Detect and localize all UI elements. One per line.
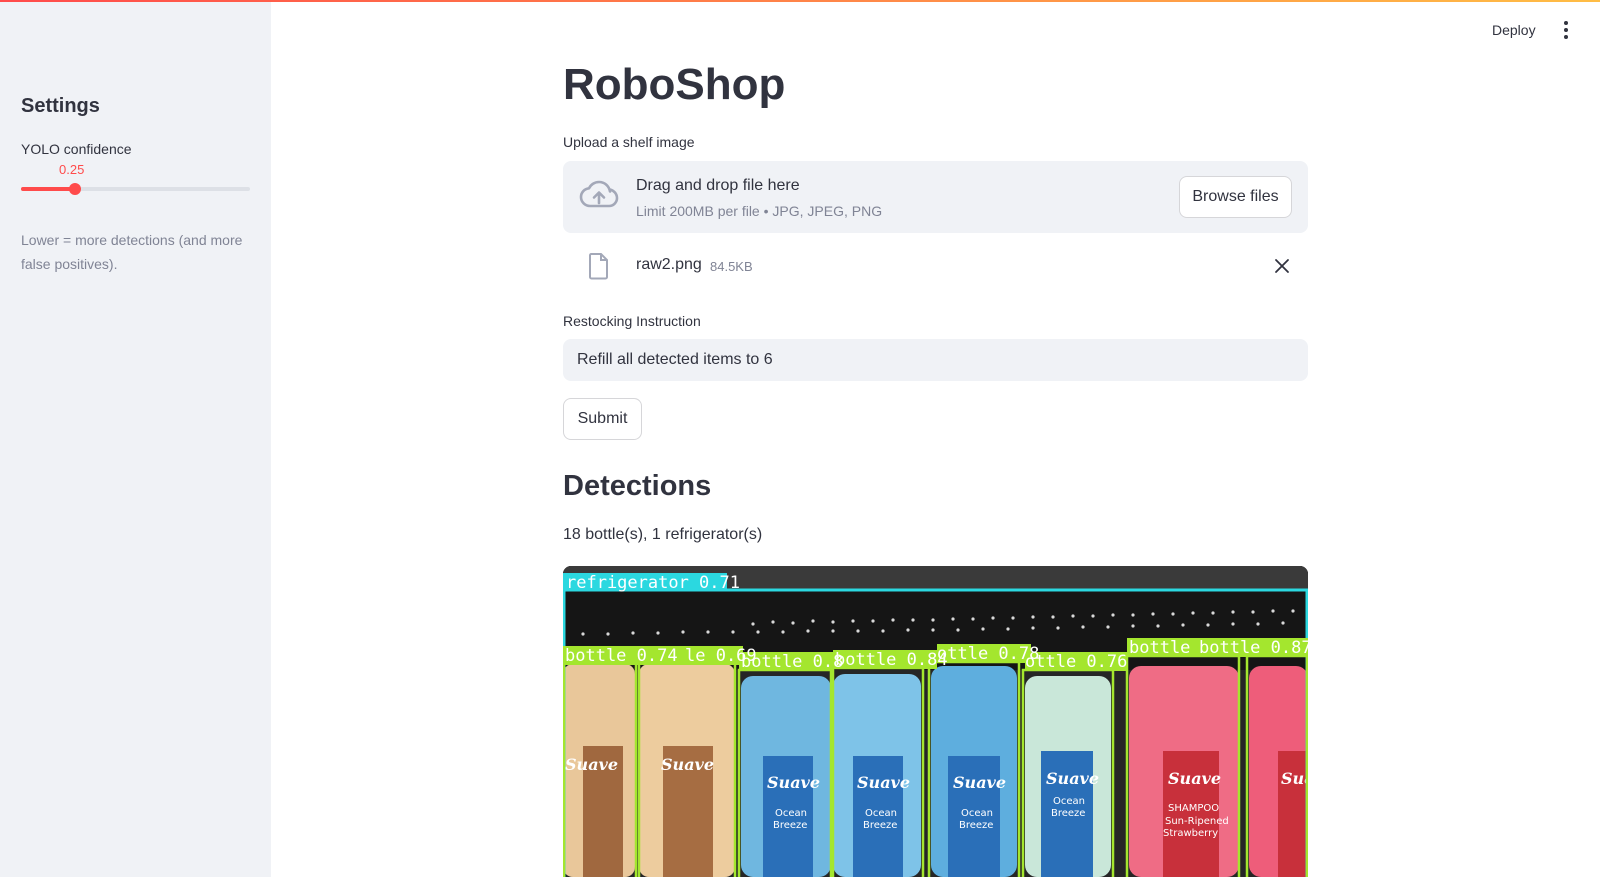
sidebar-title: Settings [21,95,100,117]
uploader-label: Upload a shelf image [563,134,695,150]
annotated-shelf-image: Suave Suave Suave Suave Suave Suave Suav… [563,566,1308,877]
uploaded-file-row: raw2.png 84.5KB [563,248,1308,288]
svg-text:Sun-Ripened: Sun-Ripened [1165,816,1229,827]
svg-text:Strawberry: Strawberry [1163,828,1218,839]
refrigerator-label: refrigerator 0.71 [566,573,740,593]
svg-text:ottle 0.76: ottle 0.76 [1025,652,1127,672]
deploy-button[interactable]: Deploy [1486,18,1542,42]
svg-text:Ocean: Ocean [775,808,807,819]
restocking-instruction-input[interactable] [563,339,1308,381]
detection-result-image: Suave Suave Suave Suave Suave Suave Suav… [563,566,1308,877]
file-dropzone[interactable]: Drag and drop file here Limit 200MB per … [563,161,1308,233]
svg-text:bottle 0.8: bottle 0.8 [741,652,843,672]
cloud-upload-icon [579,180,619,208]
svg-text:SHAMPOO: SHAMPOO [1168,803,1219,814]
confidence-slider-value: 0.25 [59,162,85,177]
svg-text:Ocean: Ocean [865,808,897,819]
browse-files-button[interactable]: Browse files [1179,176,1292,218]
remove-file-close-icon[interactable] [1274,258,1290,274]
confidence-slider-track[interactable] [21,183,250,195]
submit-button[interactable]: Submit [563,398,642,440]
top-accent-bar [0,0,1600,2]
sidebar: Settings YOLO confidence 0.25 Lower = mo… [0,0,271,877]
file-icon [589,253,608,280]
kebab-menu-icon[interactable] [1556,18,1576,42]
svg-text:Breeze: Breeze [959,820,993,831]
instruction-label: Restocking Instruction [563,313,701,329]
confidence-slider-thumb[interactable] [69,183,81,195]
sidebar-caption: Lower = more detections (and more false … [21,232,243,272]
svg-text:bottle 0.84: bottle 0.84 [835,650,948,670]
svg-text:Suave: Suave [1168,769,1221,788]
menu-dot [1564,28,1568,32]
svg-text:Ocean: Ocean [961,808,993,819]
confidence-slider-label: YOLO confidence [21,141,132,157]
svg-text:bottle: bottle [1129,638,1190,658]
svg-text:Breeze: Breeze [863,820,897,831]
svg-text:Suave: Suave [953,773,1006,792]
svg-text:Suave: Suave [857,773,910,792]
dropzone-limit-text: Limit 200MB per file • JPG, JPEG, PNG [636,203,883,219]
svg-text:Suave: Suave [565,755,618,774]
svg-text:bottle 0.74: bottle 0.74 [565,646,678,666]
dropzone-title: Drag and drop file here [636,177,800,194]
uploaded-file-name: raw2.png [636,256,702,273]
detections-heading: Detections [563,470,712,502]
page-title: RoboShop [563,60,786,109]
svg-text:bottle 0.87: bottle 0.87 [1199,638,1308,658]
svg-text:Breeze: Breeze [773,820,807,831]
svg-text:Ocean: Ocean [1053,796,1085,807]
svg-text:Suave: Suave [1046,769,1099,788]
menu-dot [1564,35,1568,39]
svg-text:Suave: Suave [767,773,820,792]
svg-text:ottle 0.78: ottle 0.78 [937,644,1039,664]
svg-text:Breeze: Breeze [1051,808,1085,819]
svg-text:Suave: Suave [1281,769,1308,788]
uploaded-file-size: 84.5KB [710,259,753,274]
menu-dot [1564,21,1568,25]
svg-text:Suave: Suave [661,755,714,774]
detections-summary: 18 bottle(s), 1 refrigerator(s) [563,526,763,543]
confidence-slider-fill [21,187,75,191]
